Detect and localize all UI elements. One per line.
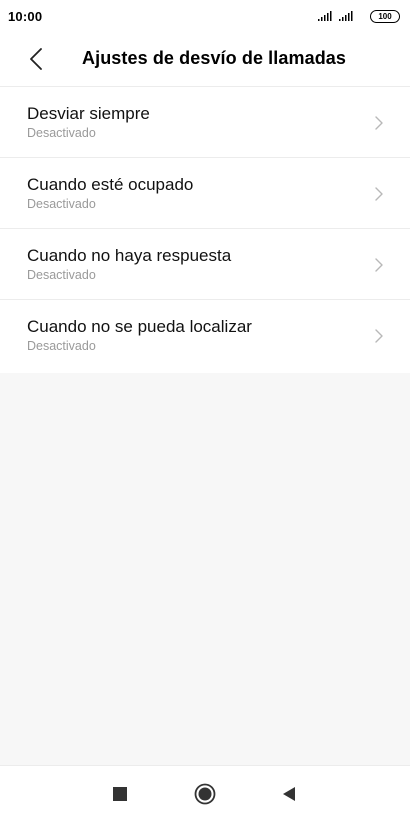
chevron-right-icon xyxy=(375,329,383,343)
battery-icon: 100 xyxy=(370,9,400,23)
signal-icon xyxy=(318,11,333,21)
list-item-status: Desactivado xyxy=(27,126,96,140)
system-nav-bar xyxy=(0,765,410,820)
back-nav-button[interactable] xyxy=(275,780,303,808)
screen: 10:00 100 Ajustes de desvío de llamadas … xyxy=(0,0,410,820)
app-header: Ajustes de desvío de llamadas xyxy=(0,32,410,87)
list-item-no-answer[interactable]: Cuando no haya respuesta Desactivado xyxy=(0,229,410,300)
list-item-label: Cuando no se pueda localizar xyxy=(27,317,252,336)
back-button[interactable] xyxy=(24,46,48,72)
forwarding-options-list: Desviar siempre Desactivado Cuando esté … xyxy=(0,87,410,373)
status-icons: 100 xyxy=(318,9,400,23)
recents-button[interactable] xyxy=(106,780,134,808)
list-item-status: Desactivado xyxy=(27,339,96,353)
chevron-right-icon xyxy=(375,187,383,201)
signal-icon xyxy=(339,11,354,21)
list-item-unreachable[interactable]: Cuando no se pueda localizar Desactivado xyxy=(0,300,410,373)
list-item-label: Desviar siempre xyxy=(27,104,150,123)
list-item-label: Cuando esté ocupado xyxy=(27,175,194,194)
list-item-when-busy[interactable]: Cuando esté ocupado Desactivado xyxy=(0,158,410,229)
list-item-label: Cuando no haya respuesta xyxy=(27,246,232,265)
home-button[interactable] xyxy=(191,780,219,808)
top-area: 10:00 100 Ajustes de desvío de llamadas xyxy=(0,0,410,87)
back-triangle-icon xyxy=(283,787,295,801)
status-time: 10:00 xyxy=(8,8,43,24)
chevron-right-icon xyxy=(375,116,383,130)
status-bar: 10:00 100 xyxy=(0,0,410,32)
list-item-status: Desactivado xyxy=(27,197,96,211)
recents-square-icon xyxy=(113,787,127,801)
list-item-always-forward[interactable]: Desviar siempre Desactivado xyxy=(0,87,410,158)
home-circle-icon xyxy=(194,783,216,805)
back-chevron-icon xyxy=(30,48,42,70)
chevron-right-icon xyxy=(375,258,383,272)
page-title: Ajustes de desvío de llamadas xyxy=(82,48,347,68)
list-item-status: Desactivado xyxy=(27,268,96,282)
